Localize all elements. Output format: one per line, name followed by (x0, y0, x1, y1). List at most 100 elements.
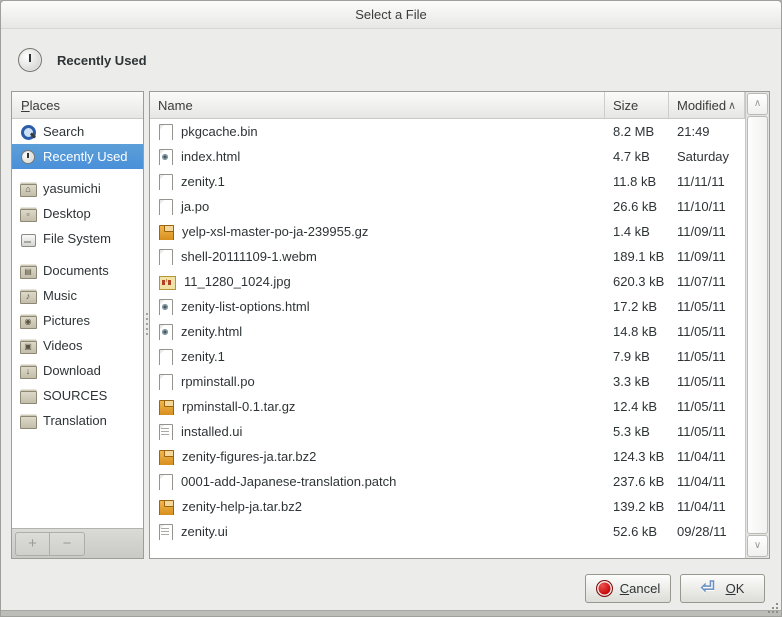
file-modified: 11/05/11 (669, 424, 745, 439)
clock-icon (17, 47, 43, 73)
sidebar-item[interactable]: Translation (12, 408, 143, 433)
file-modified: 21:49 (669, 124, 745, 139)
file-row[interactable]: rpminstall-0.1.tar.gz 12.4 kB 11/05/11 (150, 394, 745, 419)
music-folder-icon (20, 288, 36, 304)
location-header: Recently Used (1, 30, 781, 90)
file-name: yelp-xsl-master-po-ja-239955.gz (182, 224, 368, 239)
file-row[interactable]: rpminstall.po 3.3 kB 11/05/11 (150, 369, 745, 394)
file-row[interactable]: 0001-add-Japanese-translation.patch 237.… (150, 469, 745, 494)
places-header[interactable]: Places (12, 92, 143, 119)
pictures-folder-icon (20, 313, 36, 329)
file-modified: 11/09/11 (669, 224, 745, 239)
file-name: rpminstall.po (181, 374, 255, 389)
folder-icon (20, 388, 36, 404)
file-row[interactable]: zenity-figures-ja.tar.bz2 124.3 kB 11/04… (150, 444, 745, 469)
file-row[interactable]: zenity-help-ja.tar.bz2 139.2 kB 11/04/11 (150, 494, 745, 519)
sidebar-item[interactable]: SOURCES (12, 383, 143, 408)
file-modified: 11/05/11 (669, 399, 745, 414)
window-title: Select a File (355, 7, 427, 22)
add-place-button[interactable]: + (15, 532, 50, 556)
file-size: 52.6 kB (605, 524, 669, 539)
file-size: 124.3 kB (605, 449, 669, 464)
scroll-up-button[interactable]: ∧ (747, 93, 768, 115)
cancel-button[interactable]: Cancel (585, 574, 671, 603)
file-rows: pkgcache.bin 8.2 MB 21:49 index.html 4.7… (150, 119, 745, 558)
resize-grip[interactable] (764, 599, 778, 613)
text-file-icon (159, 349, 172, 365)
file-name: zenity-list-options.html (181, 299, 310, 314)
scroll-down-button[interactable]: ∨ (747, 535, 768, 557)
search-icon (20, 124, 36, 140)
file-row[interactable]: yelp-xsl-master-po-ja-239955.gz 1.4 kB 1… (150, 219, 745, 244)
file-row[interactable]: installed.ui 5.3 kB 11/05/11 (150, 419, 745, 444)
file-row[interactable]: shell-20111109-1.webm 189.1 kB 11/09/11 (150, 244, 745, 269)
sidebar-item[interactable]: Search (12, 119, 143, 144)
file-size: 11.8 kB (605, 174, 669, 189)
sidebar-item[interactable]: Documents (12, 258, 143, 283)
file-modified: 11/09/11 (669, 249, 745, 264)
file-size: 189.1 kB (605, 249, 669, 264)
file-size: 139.2 kB (605, 499, 669, 514)
ok-button[interactable]: OK (680, 574, 765, 603)
column-header-modified[interactable]: Modified ∧ (669, 92, 745, 119)
scroll-thumb[interactable] (747, 116, 768, 534)
sidebar-item-label: Download (43, 363, 101, 378)
sidebar-item[interactable]: File System (12, 226, 143, 251)
titlebar[interactable]: Select a File (1, 1, 781, 29)
sidebar-item-label: Documents (43, 263, 109, 278)
cancel-button-label: Cancel (620, 581, 660, 596)
filesystem-icon (20, 231, 36, 247)
file-row[interactable]: zenity.html 14.8 kB 11/05/11 (150, 319, 745, 344)
file-size: 237.6 kB (605, 474, 669, 489)
archive-file-icon (159, 449, 173, 465)
file-row[interactable]: zenity.ui 52.6 kB 09/28/11 (150, 519, 745, 544)
sidebar-item[interactable]: Music (12, 283, 143, 308)
archive-file-icon (159, 399, 173, 415)
sort-ascending-icon: ∧ (728, 99, 736, 112)
sidebar-item-label: yasumichi (43, 181, 101, 196)
sidebar-item-label: Recently Used (43, 149, 128, 164)
window-bottom-edge (1, 610, 781, 616)
chevron-down-icon: ∨ (754, 540, 761, 551)
scrollbar[interactable]: ∧ ∨ (745, 92, 769, 558)
sidebar-item[interactable]: yasumichi (12, 176, 143, 201)
file-size: 17.2 kB (605, 299, 669, 314)
sidebar-item[interactable]: Videos (12, 333, 143, 358)
file-row[interactable]: zenity.1 7.9 kB 11/05/11 (150, 344, 745, 369)
text-file-icon (159, 124, 172, 140)
column-header-name[interactable]: Name (150, 92, 605, 119)
column-header-size[interactable]: Size (605, 92, 669, 119)
desktop-folder-icon (20, 206, 36, 222)
file-chooser-dialog: Select a File Recently Used Places Searc… (0, 0, 782, 617)
file-modified: 11/05/11 (669, 324, 745, 339)
places-toolbar: + − (12, 528, 143, 558)
sidebar-item[interactable]: Pictures (12, 308, 143, 333)
clock-icon (20, 149, 36, 165)
remove-place-button[interactable]: − (50, 532, 85, 556)
file-row[interactable]: zenity.1 11.8 kB 11/11/11 (150, 169, 745, 194)
file-row[interactable]: pkgcache.bin 8.2 MB 21:49 (150, 119, 745, 144)
file-list-pane: Name Size Modified ∧ pkgcache.bin 8.2 MB (149, 91, 770, 559)
file-name: zenity.1 (181, 174, 225, 189)
home-folder-icon (20, 181, 36, 197)
sidebar-item[interactable]: Recently Used (12, 144, 143, 169)
videos-folder-icon (20, 338, 36, 354)
file-name: zenity-figures-ja.tar.bz2 (182, 449, 316, 464)
file-row[interactable]: 11_1280_1024.jpg 620.3 kB 11/07/11 (150, 269, 745, 294)
text-file-icon (159, 174, 172, 190)
text-file-icon (159, 374, 172, 390)
file-size: 7.9 kB (605, 349, 669, 364)
file-name: ja.po (181, 199, 209, 214)
file-row[interactable]: index.html 4.7 kB Saturday (150, 144, 745, 169)
file-size: 1.4 kB (605, 224, 669, 239)
file-row[interactable]: zenity-list-options.html 17.2 kB 11/05/1… (150, 294, 745, 319)
file-size: 8.2 MB (605, 124, 669, 139)
sidebar-separator (12, 251, 143, 258)
sidebar-item[interactable]: Desktop (12, 201, 143, 226)
sidebar-item[interactable]: Download (12, 358, 143, 383)
file-modified: 11/05/11 (669, 349, 745, 364)
file-row[interactable]: ja.po 26.6 kB 11/10/11 (150, 194, 745, 219)
file-modified: 11/07/11 (669, 274, 745, 289)
sidebar-item-label: SOURCES (43, 388, 107, 403)
file-name: zenity.html (181, 324, 242, 339)
